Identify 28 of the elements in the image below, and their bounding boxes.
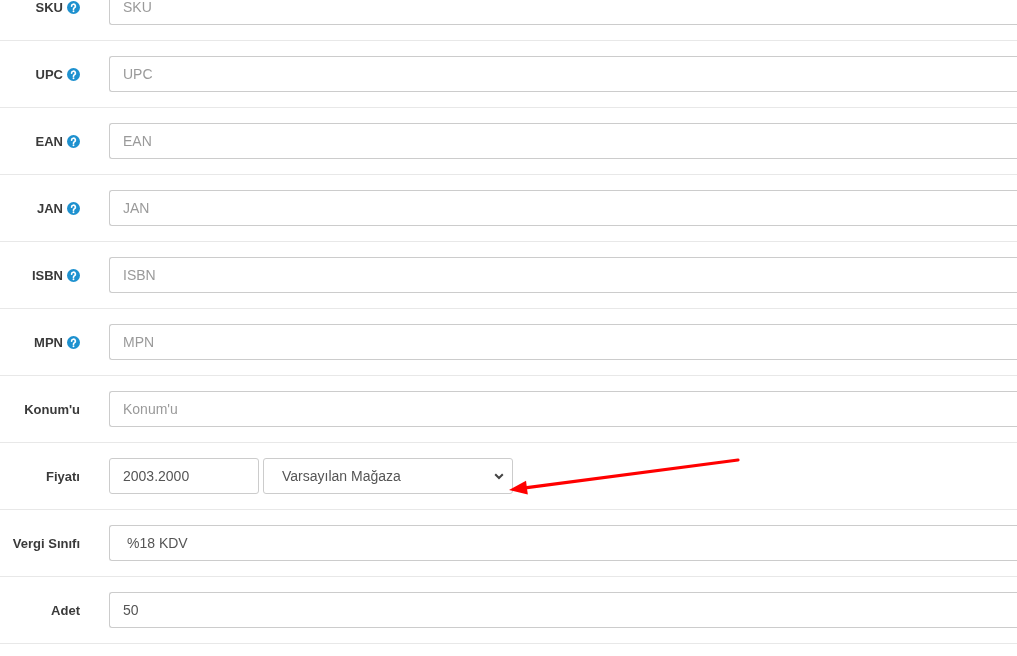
field-label: SKU bbox=[35, 0, 63, 15]
field-label: Adet bbox=[51, 602, 80, 618]
field-label: JAN bbox=[37, 200, 63, 216]
help-icon[interactable] bbox=[67, 134, 80, 148]
input-field[interactable]: 2003.2000 bbox=[109, 458, 259, 494]
field-label: Vergi Sınıfı bbox=[12, 535, 80, 551]
input-field[interactable]: EAN bbox=[109, 123, 1017, 159]
chevron-down-icon bbox=[494, 472, 504, 480]
field-label: Fiyatı bbox=[46, 468, 80, 484]
help-icon[interactable] bbox=[67, 1, 80, 14]
input-field[interactable]: ISBN bbox=[109, 257, 1017, 293]
input-field[interactable]: Konum'u bbox=[109, 391, 1017, 427]
field-label: MPN bbox=[34, 334, 63, 350]
input-field[interactable]: 50 bbox=[109, 592, 1017, 628]
field-label: Konum'u bbox=[24, 401, 80, 417]
input-field[interactable]: SKU bbox=[109, 0, 1017, 25]
dropdown[interactable]: %18 KDV bbox=[109, 525, 1017, 561]
help-icon[interactable] bbox=[67, 268, 80, 282]
field-label: EAN bbox=[35, 133, 63, 149]
field-label: UPC bbox=[35, 66, 63, 82]
input-field[interactable]: MPN bbox=[109, 324, 1017, 360]
help-icon[interactable] bbox=[67, 201, 80, 215]
input-field[interactable]: JAN bbox=[109, 190, 1017, 226]
help-icon[interactable] bbox=[67, 335, 80, 349]
dropdown[interactable]: Varsayılan Mağaza bbox=[263, 458, 513, 494]
help-icon[interactable] bbox=[67, 67, 80, 81]
input-field[interactable]: UPC bbox=[109, 56, 1017, 92]
field-label: ISBN bbox=[31, 267, 63, 283]
